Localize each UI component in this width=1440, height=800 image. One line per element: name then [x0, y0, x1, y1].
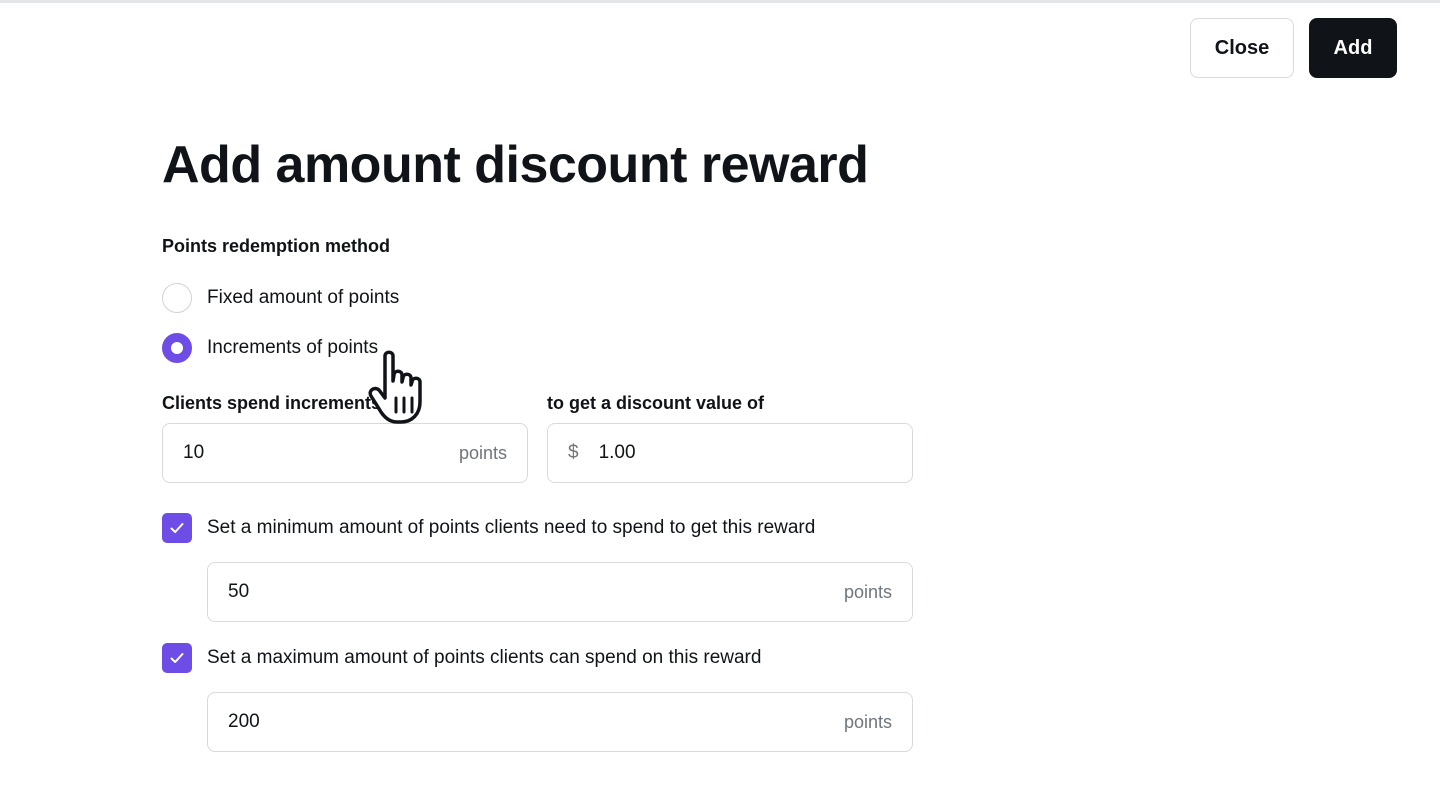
spend-increments-suffix: points — [458, 442, 507, 463]
minimum-points-value: 50 — [228, 581, 250, 602]
currency-prefix: $ — [568, 442, 579, 463]
maximum-points-row[interactable]: Set a maximum amount of points clients c… — [162, 642, 761, 674]
radio-fixed-label: Fixed amount of points — [207, 287, 400, 308]
checkmark-icon — [170, 653, 184, 663]
maximum-points-label: Set a maximum amount of points clients c… — [207, 647, 762, 668]
radio-fixed-amount[interactable] — [162, 283, 192, 313]
minimum-points-input[interactable]: 50 points — [207, 562, 913, 622]
radio-increments[interactable] — [162, 333, 192, 363]
minimum-points-checkbox[interactable] — [162, 513, 192, 543]
close-button[interactable]: Close — [1190, 18, 1294, 78]
spend-increments-label: Clients spend increments — [162, 393, 382, 413]
spend-increments-input[interactable]: 10 points — [162, 423, 528, 483]
discount-value-label: to get a discount value of — [547, 393, 765, 413]
minimum-points-suffix: points — [843, 581, 892, 602]
maximum-points-suffix: points — [843, 711, 892, 732]
minimum-points-label: Set a minimum amount of points clients n… — [207, 517, 816, 538]
minimum-points-row[interactable]: Set a minimum amount of points clients n… — [162, 512, 815, 544]
radio-option-fixed[interactable]: Fixed amount of points — [162, 282, 399, 314]
discount-value-input[interactable]: $ 1.00 — [547, 423, 913, 483]
maximum-points-input[interactable]: 200 points — [207, 692, 913, 752]
checkmark-icon — [170, 523, 184, 533]
maximum-points-value: 200 — [228, 711, 260, 732]
redemption-method-label: Points redemption method — [162, 236, 391, 256]
discount-value: 1.00 — [598, 442, 636, 463]
radio-option-increments[interactable]: Increments of points — [162, 332, 378, 364]
page-title: Add amount discount reward — [162, 136, 869, 194]
radio-increments-label: Increments of points — [207, 337, 379, 358]
add-button[interactable]: Add — [1309, 18, 1397, 78]
top-divider — [0, 0, 1440, 3]
spend-increments-value: 10 — [183, 442, 205, 463]
maximum-points-checkbox[interactable] — [162, 643, 192, 673]
